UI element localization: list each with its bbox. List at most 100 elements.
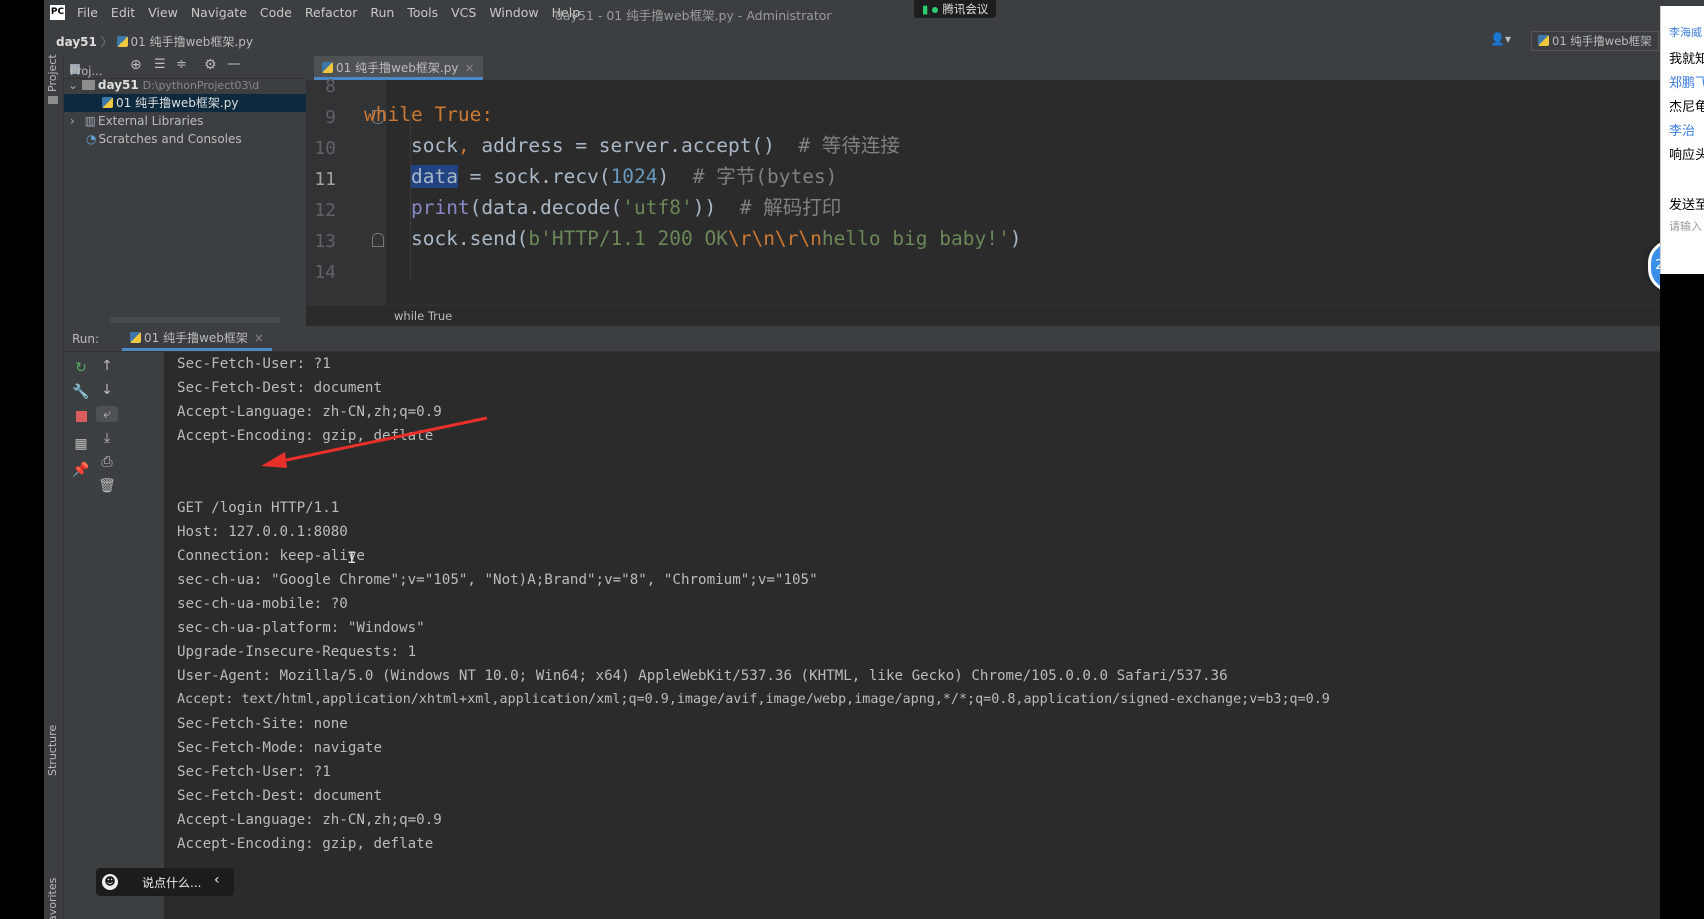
rerun-icon[interactable]: ↻ <box>72 360 90 376</box>
menu-window[interactable]: Window <box>489 5 538 20</box>
console-line: Accept-Encoding: gzip, deflate <box>177 836 434 852</box>
tree-node-selected-file[interactable]: 01 纯手撸web框架.py <box>64 94 306 112</box>
run-console-output[interactable]: Sec-Fetch-User: ?1 Sec-Fetch-Dest: docum… <box>165 352 1704 919</box>
user-account-icon[interactable]: 👤▾ <box>1490 32 1511 46</box>
code-editor[interactable]: while True: sock, address = server.accep… <box>364 80 1704 305</box>
run-configuration-selector[interactable]: 01 纯手撸web框架 <box>1531 31 1659 51</box>
chat-input[interactable]: 请输入 <box>1669 218 1702 234</box>
hide-panel-icon[interactable]: — <box>227 56 241 72</box>
code-line-9: while True: <box>364 103 494 126</box>
chat-sender: 郑鹏飞 <box>1669 76 1704 91</box>
tree-node-scratches[interactable]: ◔ Scratches and Consoles <box>86 130 242 148</box>
menu-file[interactable]: File <box>77 5 98 20</box>
arrow-up-icon[interactable]: ↑ <box>98 358 116 374</box>
pin-icon[interactable]: 📌 <box>72 462 90 478</box>
title-bar: PC File Edit View Navigate Code Refactor… <box>44 0 1704 27</box>
menu-code[interactable]: Code <box>260 5 292 20</box>
arrow-down-icon[interactable]: ↓ <box>98 382 116 398</box>
editor-breadcrumb: while True <box>306 305 1704 327</box>
breadcrumb: day51 〉 01 纯手撸web框架.py <box>56 33 253 50</box>
left-tool-stripe: Project Structure avorites <box>44 54 64 919</box>
chat-message: 我就知 <box>1669 52 1704 67</box>
print-icon[interactable]: ⎙ <box>98 454 116 470</box>
wrench-icon[interactable]: 🔧 <box>72 384 90 400</box>
editor-tab-file[interactable]: 01 纯手撸web框架.py × <box>314 56 483 80</box>
meeting-indicator[interactable]: ▮ 腾讯会议 <box>914 0 997 18</box>
line-number-current: 11 <box>314 169 336 190</box>
expand-all-icon[interactable]: ☰ <box>154 57 166 72</box>
console-line: Sec-Fetch-Mode: navigate <box>177 740 382 756</box>
recording-dot-icon <box>932 7 939 13</box>
python-file-icon <box>116 36 128 47</box>
console-line: Sec-Fetch-User: ?1 <box>177 764 331 780</box>
window-title: day51 - 01 纯手撸web框架.py - Administrator <box>555 8 832 23</box>
code-line-13: sock.send(b'HTTP/1.1 200 OK\r\n\r\nhello… <box>364 227 1022 250</box>
favorites-tool-window-button[interactable]: avorites <box>46 878 59 919</box>
stop-icon[interactable] <box>72 410 90 426</box>
comment-placeholder: 说点什么... <box>142 876 202 890</box>
chat-message: 响应头 <box>1669 148 1704 163</box>
menu-edit[interactable]: Edit <box>111 5 135 20</box>
annotation-arrow-shaft <box>276 416 488 464</box>
project-panel: Proj...▾ ⊕ ☰ ≑ ⚙ — ⌄ day51 D:\pythonProj… <box>64 54 306 329</box>
soft-wrap-icon[interactable]: ⤶ <box>96 406 118 422</box>
project-tool-window-button[interactable]: Project <box>46 54 59 92</box>
breadcrumb-project[interactable]: day51 <box>56 35 97 49</box>
navigation-bar: day51 〉 01 纯手撸web框架.py 👤▾ 01 纯手撸web框架 <box>44 27 1704 55</box>
collapse-all-icon[interactable]: ≑ <box>176 57 187 72</box>
scroll-to-end-icon[interactable]: ⤓ <box>98 430 116 446</box>
annotation-arrow-head <box>261 452 287 468</box>
code-line-10: sock, address = server.accept() # 等待连接 <box>364 134 900 157</box>
chat-send-target[interactable]: 发送至 <box>1669 194 1704 213</box>
run-panel-header: Run: 01 纯手撸web框架 × <box>64 326 1704 352</box>
breadcrumb-file[interactable]: 01 纯手撸web框架.py <box>131 35 253 49</box>
emoji-icon[interactable]: ☻ <box>102 874 118 890</box>
red-annotation-arrow <box>261 416 488 468</box>
menu-view[interactable]: View <box>148 5 178 20</box>
menu-vcs[interactable]: VCS <box>451 5 476 20</box>
console-line: Accept: text/html,application/xhtml+xml,… <box>177 692 1330 707</box>
chevron-right-icon: › <box>70 114 75 128</box>
trash-icon[interactable]: 🗑 <box>98 478 116 494</box>
meeting-label: 腾讯会议 <box>942 2 989 16</box>
tree-node-external-libraries[interactable]: › ▥ External Libraries <box>70 112 203 130</box>
folder-icon <box>81 80 95 90</box>
chat-message: 杰尼龟 <box>1669 100 1704 115</box>
run-label: Run: <box>72 332 100 346</box>
console-line: Sec-Fetch-Site: none <box>177 716 348 732</box>
console-line: Connection: keep-alive <box>177 548 365 564</box>
code-line-11: data = sock.recv(1024) # 字节(bytes) <box>410 165 838 188</box>
console-line: sec-ch-ua: "Google Chrome";v="105", "Not… <box>177 572 818 588</box>
run-toolbar: ↻ 🔧 ▦ 📌 ↑ ↓ ⤶ ⤓ ⎙ 🗑 <box>64 352 164 919</box>
project-view-dropdown[interactable]: Proj...▾ <box>70 59 102 78</box>
python-file-icon <box>322 62 333 73</box>
layout-icon[interactable]: ▦ <box>72 436 90 452</box>
menu-navigate[interactable]: Navigate <box>191 5 247 20</box>
tree-node-root[interactable]: ⌄ day51 D:\pythonProject03\d <box>68 76 259 94</box>
python-file-icon <box>130 332 141 343</box>
pycharm-logo-icon: PC <box>50 5 65 20</box>
editor-breadcrumb-scope[interactable]: while True <box>394 309 452 323</box>
folder-icon <box>48 96 58 104</box>
menu-run[interactable]: Run <box>370 5 394 20</box>
run-tab[interactable]: 01 纯手撸web框架 × <box>122 328 272 351</box>
console-line: Upgrade-Insecure-Requests: 1 <box>177 644 417 660</box>
comment-input-bar[interactable]: ☻ 说点什么... ‹ <box>96 868 234 896</box>
library-icon: ▥ <box>84 114 96 128</box>
chat-sender: 李治 <box>1669 124 1696 139</box>
close-tab-icon[interactable]: × <box>254 331 264 345</box>
structure-tool-window-button[interactable]: Structure <box>46 725 59 776</box>
chevron-down-icon: ⌄ <box>68 78 79 92</box>
run-configuration-label: 01 纯手撸web框架 <box>1552 34 1652 48</box>
console-line: sec-ch-ua-mobile: ?0 <box>177 596 348 612</box>
settings-gear-icon[interactable]: ⚙ <box>204 57 217 73</box>
chevron-left-icon[interactable]: ‹ <box>214 872 220 888</box>
menu-tools[interactable]: Tools <box>407 5 438 20</box>
menu-refactor[interactable]: Refactor <box>305 5 357 20</box>
locate-file-icon[interactable]: ⊕ <box>130 57 142 73</box>
editor-tab-bar: 01 纯手撸web框架.py × <box>306 54 1704 81</box>
project-horizontal-scrollbar[interactable] <box>110 317 280 323</box>
chat-panel-backdrop <box>1660 274 1704 919</box>
line-number: 13 <box>314 231 336 252</box>
close-tab-icon[interactable]: × <box>464 61 474 75</box>
